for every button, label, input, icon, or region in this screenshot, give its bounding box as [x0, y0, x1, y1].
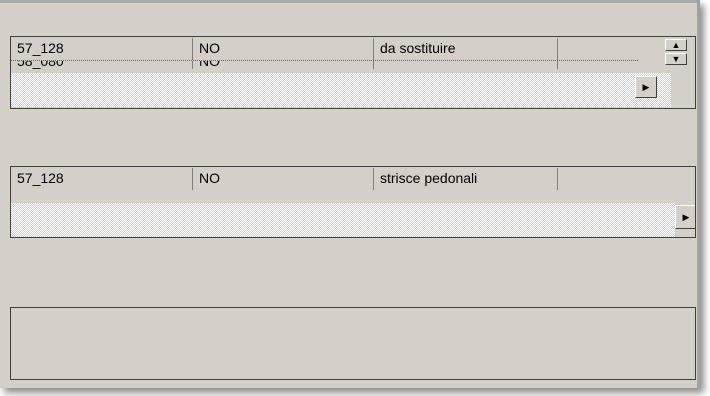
horizontal-scrollbar[interactable] [11, 73, 671, 107]
triangle-up-icon: ▲ [671, 40, 681, 50]
table-row[interactable]: 57_128 NO da sostituire [11, 38, 638, 61]
table-cell[interactable]: 57_128 [11, 38, 193, 60]
scroll-up-button[interactable]: ▲ [665, 39, 687, 51]
table-cell[interactable] [558, 61, 638, 69]
window-panel: 57_128 NO da sostituire 58_080 NO ▲ ▼ ▶ … [0, 0, 700, 388]
table-cell[interactable]: 57_128 [11, 168, 193, 190]
horizontal-scrollbar[interactable] [11, 203, 675, 237]
table-cell[interactable]: NO [193, 38, 374, 60]
table-cell[interactable]: NO [193, 61, 374, 69]
window-top-edge [0, 0, 700, 3]
table-cell[interactable] [558, 38, 638, 60]
scroll-right-button[interactable]: ▶ [675, 205, 695, 229]
table-cell[interactable] [374, 61, 558, 69]
triangle-right-icon: ▶ [642, 81, 650, 92]
window-right-edge [697, 0, 700, 388]
table-cell[interactable]: strisce pedonali [374, 168, 558, 190]
table-cell[interactable]: 58_080 [11, 61, 193, 69]
table-row[interactable]: 58_080 NO [11, 61, 638, 69]
records-grid-middle[interactable]: 57_128 NO strisce pedonali ▶ [10, 166, 696, 238]
records-grid-top[interactable]: 57_128 NO da sostituire 58_080 NO ▲ ▼ ▶ [10, 36, 696, 109]
table-cell[interactable]: da sostituire [374, 38, 558, 60]
table-cell[interactable] [558, 168, 638, 190]
table-row[interactable]: 57_128 NO strisce pedonali [11, 168, 638, 190]
scroll-right-button[interactable]: ▶ [635, 76, 657, 98]
table-cell[interactable]: NO [193, 168, 374, 190]
triangle-right-icon: ▶ [682, 211, 690, 222]
triangle-down-icon: ▼ [671, 54, 681, 64]
scroll-down-button[interactable]: ▼ [665, 53, 687, 65]
records-grid-bottom[interactable] [10, 307, 696, 380]
